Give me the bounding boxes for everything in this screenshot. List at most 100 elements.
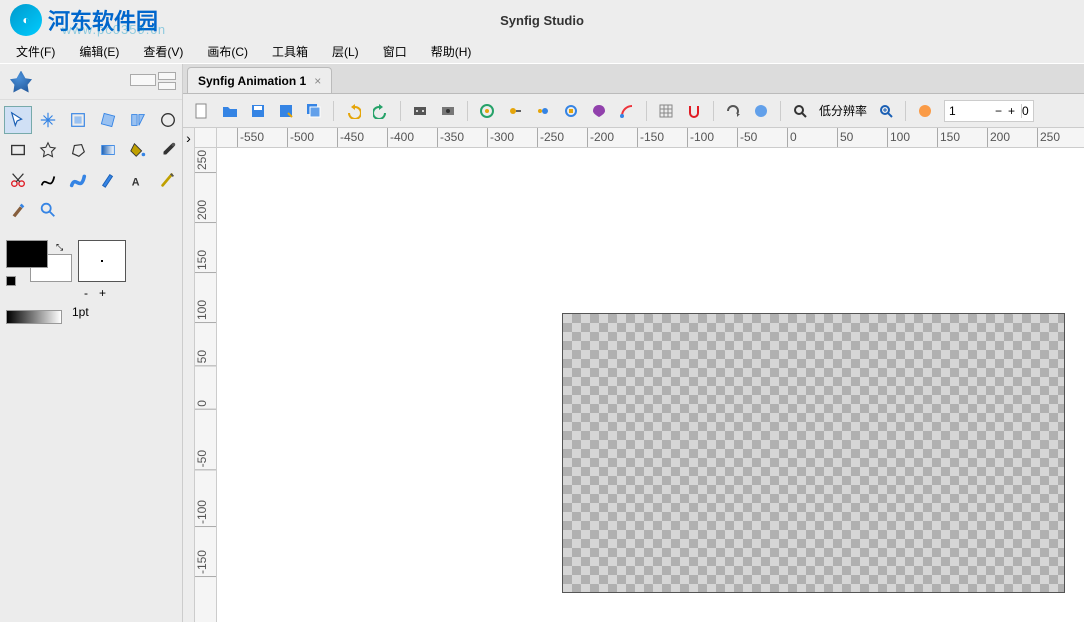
keyframe-prev-button[interactable] xyxy=(586,98,612,124)
tool-polygon[interactable] xyxy=(64,136,92,164)
h-ruler-tick: -200 xyxy=(587,128,614,148)
save-all-button[interactable] xyxy=(301,98,327,124)
ruler-corner xyxy=(195,128,217,148)
onion-button[interactable] xyxy=(474,98,500,124)
brush-size-label: 1pt xyxy=(72,305,89,319)
h-ruler-tick: -550 xyxy=(237,128,264,148)
h-ruler-tick: -500 xyxy=(287,128,314,148)
tool-brush[interactable] xyxy=(4,196,32,224)
tool-smooth-move[interactable] xyxy=(34,106,62,134)
v-ruler-tick: 50 xyxy=(195,348,217,366)
h-ruler-tick: 50 xyxy=(837,128,853,148)
zoom-spinbox[interactable]: − + 0 xyxy=(944,100,1034,122)
document-tab[interactable]: Synfig Animation 1 × xyxy=(187,67,332,93)
document-tabs: Synfig Animation 1 × xyxy=(183,64,1084,94)
menu-layer[interactable]: 层(L) xyxy=(322,41,369,62)
menu-window[interactable]: 窗口 xyxy=(373,41,417,62)
svg-text:A: A xyxy=(132,176,140,188)
artboard[interactable] xyxy=(562,313,1065,593)
stop-button[interactable] xyxy=(748,98,774,124)
grid-toggle-button[interactable] xyxy=(653,98,679,124)
zoom-minus-button[interactable]: − xyxy=(995,104,1002,118)
render-button[interactable] xyxy=(407,98,433,124)
tool-cutout[interactable] xyxy=(4,166,32,194)
tool-scale[interactable] xyxy=(64,106,92,134)
tool-mirror[interactable] xyxy=(124,106,152,134)
tool-sketch[interactable] xyxy=(154,166,182,194)
color-swap-icon[interactable]: ⤡ xyxy=(56,242,63,253)
left-panel: A ⤡ - + 1pt xyxy=(0,64,183,622)
zoom-icon[interactable] xyxy=(787,98,813,124)
watermark-url: www.pc0359.cn xyxy=(62,22,166,37)
tool-width[interactable] xyxy=(64,166,92,194)
h-ruler-tick: 0 xyxy=(787,128,797,148)
app-title: Synfig Studio xyxy=(500,13,584,28)
tool-rotate[interactable] xyxy=(94,106,122,134)
open-file-button[interactable] xyxy=(217,98,243,124)
collapse-handle[interactable]: › xyxy=(183,128,195,622)
h-ruler-tick: 100 xyxy=(887,128,910,148)
snap-toggle-button[interactable] xyxy=(681,98,707,124)
animate-mode-button[interactable] xyxy=(912,98,938,124)
vertical-ruler[interactable]: 250200150100500-50-100-150 xyxy=(195,148,217,622)
canvas-toolbar: 低分辨率 − + 0 xyxy=(183,94,1084,128)
preview-button[interactable] xyxy=(435,98,461,124)
redo-button[interactable] xyxy=(368,98,394,124)
tool-zoom[interactable] xyxy=(34,196,62,224)
color-default-icon[interactable] xyxy=(6,276,16,286)
title-bar: ◐ 河东软件园 www.pc0359.cn Synfig Studio xyxy=(0,0,1084,40)
refresh-button[interactable] xyxy=(720,98,746,124)
undo-button[interactable] xyxy=(340,98,366,124)
toolbox-header xyxy=(0,64,182,100)
menu-edit[interactable]: 编辑(E) xyxy=(69,41,129,62)
canvas-viewport[interactable] xyxy=(217,148,1084,622)
new-file-button[interactable] xyxy=(189,98,215,124)
menu-canvas[interactable]: 画布(C) xyxy=(197,41,258,62)
synfig-logo-icon xyxy=(10,71,32,93)
toolbox: A xyxy=(0,100,182,230)
zoom-fit-button[interactable] xyxy=(873,98,899,124)
h-ruler-tick: 250 xyxy=(1037,128,1060,148)
canvas-panel: Synfig Animation 1 × xyxy=(183,64,1084,622)
horizontal-ruler[interactable]: -550-500-450-400-350-300-250-200-150-100… xyxy=(217,128,1084,148)
menu-view[interactable]: 查看(V) xyxy=(133,41,193,62)
color-fill-swatch[interactable] xyxy=(6,240,48,268)
tool-star[interactable] xyxy=(34,136,62,164)
tool-eyedropper[interactable] xyxy=(154,136,182,164)
h-ruler-tick: -100 xyxy=(687,128,714,148)
menu-help[interactable]: 帮助(H) xyxy=(421,41,482,62)
v-ruler-tick: -150 xyxy=(195,548,217,577)
zoom-value-input[interactable] xyxy=(949,104,989,118)
menu-file[interactable]: 文件(F) xyxy=(6,41,65,62)
v-ruler-tick: 250 xyxy=(195,148,217,173)
tool-spline[interactable] xyxy=(34,166,62,194)
onion-future-button[interactable] xyxy=(530,98,556,124)
onion-keyframe-button[interactable] xyxy=(558,98,584,124)
h-ruler-tick: -150 xyxy=(637,128,664,148)
tool-transform[interactable] xyxy=(4,106,32,134)
h-ruler-tick: -400 xyxy=(387,128,414,148)
brush-preview[interactable] xyxy=(78,240,126,282)
tool-circle[interactable] xyxy=(154,106,182,134)
v-ruler-tick: 0 xyxy=(195,398,217,410)
h-ruler-tick: -350 xyxy=(437,128,464,148)
watermark-logo-icon: ◐ xyxy=(10,4,42,36)
tool-gradient[interactable] xyxy=(94,136,122,164)
zoom-plus-button[interactable]: + xyxy=(1008,104,1015,118)
gradient-swatch[interactable] xyxy=(6,310,62,324)
h-ruler-tick: -50 xyxy=(737,128,757,148)
onion-past-button[interactable] xyxy=(502,98,528,124)
tool-fill[interactable] xyxy=(124,136,152,164)
panel-layout-icon[interactable] xyxy=(130,72,178,96)
keyframe-next-button[interactable] xyxy=(614,98,640,124)
tool-draw[interactable] xyxy=(94,166,122,194)
save-button[interactable] xyxy=(245,98,271,124)
tool-rectangle[interactable] xyxy=(4,136,32,164)
v-ruler-tick: 200 xyxy=(195,198,217,223)
tool-text[interactable]: A xyxy=(124,166,152,194)
close-tab-icon[interactable]: × xyxy=(314,74,321,88)
v-ruler-tick: -100 xyxy=(195,498,217,527)
document-tab-label: Synfig Animation 1 xyxy=(198,74,306,88)
save-as-button[interactable] xyxy=(273,98,299,124)
menu-toolbox[interactable]: 工具箱 xyxy=(262,41,318,62)
